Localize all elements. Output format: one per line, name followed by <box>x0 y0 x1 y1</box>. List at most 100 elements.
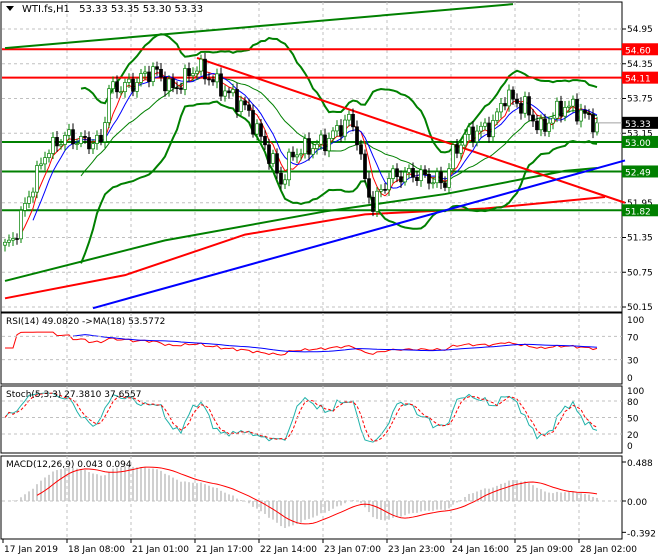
candle-body <box>343 119 347 137</box>
candle-body <box>551 117 555 124</box>
candle-body <box>583 109 587 114</box>
candle-body <box>235 89 239 112</box>
time-label: 17 Jan 2019 <box>4 545 58 555</box>
candle-body <box>7 239 11 243</box>
candle-body <box>239 100 243 112</box>
candle-body <box>91 143 95 150</box>
candle-body <box>219 73 223 97</box>
candle-body <box>359 144 363 155</box>
candle-body <box>267 144 271 164</box>
rsi-title: RSI(14) 49.0820 ->MA(18) 53.5772 <box>6 317 165 327</box>
candle-body <box>299 153 303 156</box>
candle-body <box>347 113 351 121</box>
candle-body <box>127 78 131 83</box>
price-label: 53.75 <box>627 95 653 105</box>
price-label: 50.15 <box>627 303 653 313</box>
candle-body <box>211 79 215 83</box>
candle-body <box>195 70 199 74</box>
macd-axis-label: -0.392 <box>627 529 656 539</box>
candle-body <box>507 89 511 107</box>
candle-body <box>503 103 507 107</box>
candle-body <box>247 104 251 111</box>
trendline-2 <box>92 159 626 310</box>
candle-body <box>43 157 47 165</box>
current-price-label: 53.33 <box>625 120 651 130</box>
candle-body <box>99 134 103 142</box>
candle-body <box>315 143 319 149</box>
level-label: 51.82 <box>625 207 651 217</box>
candle-body <box>59 144 63 147</box>
candle-body <box>15 238 19 240</box>
stoch-axis-label: 100 <box>627 387 644 397</box>
candle-body <box>387 178 391 191</box>
stoch-axis-label: 50 <box>627 415 639 425</box>
candle-body <box>131 78 135 92</box>
candle-body <box>275 153 279 174</box>
candle-body <box>339 125 343 137</box>
candle-body <box>379 189 383 192</box>
candle-body <box>83 136 87 138</box>
candle-body <box>107 88 111 123</box>
candle-body <box>135 82 139 92</box>
candle-body <box>455 144 459 154</box>
candle-body <box>307 138 311 155</box>
price-label: 54.35 <box>627 60 653 70</box>
candle-body <box>143 71 147 74</box>
candle-body <box>71 129 75 145</box>
bollinger-upper <box>80 33 598 154</box>
candle-body <box>535 120 539 131</box>
trading-chart[interactable]: 17 Jan 2019 18 Jan 08:00 21 Jan 01:00 21 Ja… <box>0 0 660 560</box>
candle-body <box>259 123 263 137</box>
candle-body <box>495 111 499 121</box>
candle-body <box>175 87 179 90</box>
candle-body <box>487 122 491 138</box>
candle-body <box>255 123 259 135</box>
candle-body <box>123 82 127 93</box>
candle-body <box>155 66 159 70</box>
candle-body <box>187 68 191 77</box>
candle-body <box>319 134 323 145</box>
candle-body <box>491 120 495 138</box>
rsi-axis-label: 0 <box>627 374 633 384</box>
rsi-axis-label: 30 <box>627 357 639 367</box>
level-label: 52.49 <box>625 168 651 178</box>
candle-body <box>527 96 531 116</box>
candle-body <box>291 151 295 158</box>
candle-body <box>191 73 195 77</box>
candle-body <box>163 76 167 92</box>
candle-body <box>119 91 123 94</box>
candle-body <box>231 89 235 94</box>
candle-body <box>11 238 15 241</box>
candle-body <box>435 171 439 184</box>
time-label: 23 Jan 23:00 <box>388 545 445 555</box>
candle-body <box>483 122 487 127</box>
candle-body <box>427 173 431 184</box>
candle-body <box>419 169 423 182</box>
candle-body <box>263 135 267 146</box>
candle-body <box>23 203 27 211</box>
candle-body <box>39 163 43 166</box>
candle-body <box>271 153 275 164</box>
candle-body <box>203 58 207 80</box>
price-label: 50.75 <box>627 268 653 278</box>
candle-body <box>283 179 287 185</box>
time-label: 28 Jan 02:00 <box>580 545 637 555</box>
candle-body <box>295 154 299 158</box>
time-label: 22 Jan 14:00 <box>260 545 317 555</box>
candle-body <box>199 58 203 72</box>
macd-axis-label: 0.488 <box>627 459 653 469</box>
time-label: 23 Jan 07:00 <box>324 545 381 555</box>
candle-body <box>479 125 483 132</box>
candle-body <box>47 153 51 158</box>
level-label: 54.11 <box>625 75 651 85</box>
candle-body <box>439 171 443 184</box>
candle-body <box>499 103 503 113</box>
time-label: 21 Jan 01:00 <box>132 545 189 555</box>
candle-body <box>327 138 331 152</box>
candle-body <box>407 168 411 173</box>
candle-body <box>475 130 479 143</box>
rsi-axis-label: 100 <box>627 316 644 326</box>
chart-header: WTI.fs,H1 53.33 53.35 53.30 53.33 <box>22 4 203 15</box>
candle-body <box>331 130 335 139</box>
candle-body <box>51 137 55 154</box>
